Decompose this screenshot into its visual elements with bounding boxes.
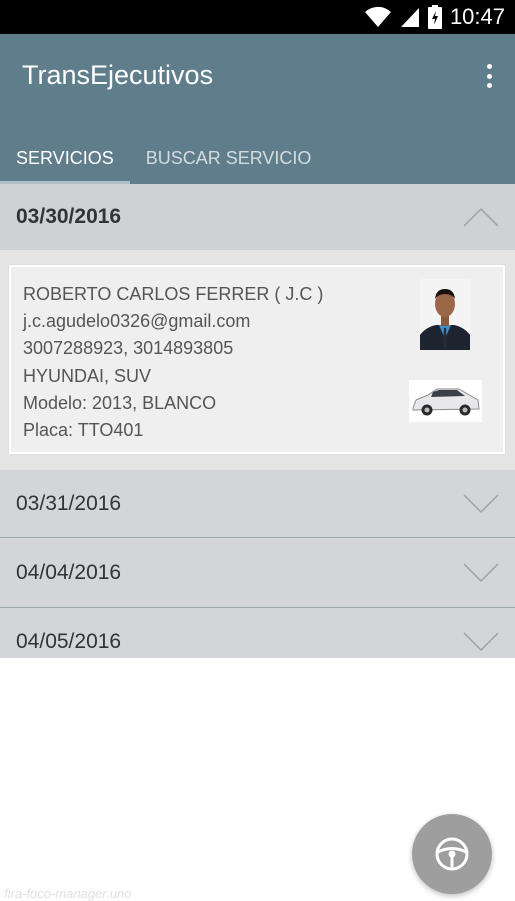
driver-phones: 3007288923, 3014893805	[23, 338, 234, 359]
signal-icon	[400, 8, 419, 27]
service-date: 04/05/2016	[16, 630, 122, 653]
service-date: 04/04/2016	[16, 560, 122, 584]
vehicle-photo	[409, 380, 482, 422]
service-date-row[interactable]: 03/31/2016	[0, 470, 515, 538]
services-list: 03/30/2016 ROBERTO CARLOS FERRER ( J.C )…	[0, 184, 515, 658]
chevron-up-icon	[463, 207, 499, 227]
vehicle-plate: Placa: TTO401	[23, 420, 144, 441]
battery-icon	[427, 5, 442, 29]
steering-wheel-button[interactable]	[412, 814, 492, 894]
service-date-row[interactable]: 04/05/2016	[0, 608, 515, 658]
more-vert-icon[interactable]	[481, 61, 497, 91]
chevron-down-icon	[463, 562, 499, 582]
app-title: TransEjecutivos	[22, 60, 214, 90]
chevron-down-icon	[463, 493, 499, 513]
service-date-row[interactable]: 03/30/2016	[0, 184, 515, 250]
status-icons: 10:47	[364, 4, 505, 30]
vehicle-make: HYUNDAI, SUV	[23, 365, 152, 386]
driver-photo	[420, 279, 470, 350]
steering-wheel-icon	[435, 837, 469, 871]
service-details-area: ROBERTO CARLOS FERRER ( J.C ) j.c.agudel…	[0, 250, 515, 470]
status-time: 10:47	[449, 4, 505, 29]
app-bar: TransEjecutivos SERVICIOS BUSCAR SERVICI…	[0, 34, 515, 184]
service-date: 03/30/2016	[16, 205, 122, 228]
service-card[interactable]: ROBERTO CARLOS FERRER ( J.C ) j.c.agudel…	[9, 265, 505, 454]
footer-text: fira-foco-manager.uno	[4, 886, 132, 901]
driver-email: j.c.agudelo0326@gmail.com	[23, 311, 251, 332]
tab-bar: SERVICIOS BUSCAR SERVICIO	[0, 132, 327, 184]
service-info: ROBERTO CARLOS FERRER ( J.C ) j.c.agudel…	[23, 281, 323, 444]
chevron-down-icon	[463, 632, 499, 652]
service-date-row[interactable]: 04/04/2016	[0, 538, 515, 608]
driver-name: ROBERTO CARLOS FERRER ( J.C )	[23, 284, 324, 304]
tab-buscar-servicio[interactable]: BUSCAR SERVICIO	[130, 132, 328, 184]
tab-servicios[interactable]: SERVICIOS	[0, 132, 130, 184]
vehicle-model: Modelo: 2013, BLANCO	[23, 392, 217, 413]
status-bar: 10:47	[0, 0, 515, 34]
service-date: 03/31/2016	[16, 491, 122, 515]
wifi-icon	[364, 6, 391, 27]
